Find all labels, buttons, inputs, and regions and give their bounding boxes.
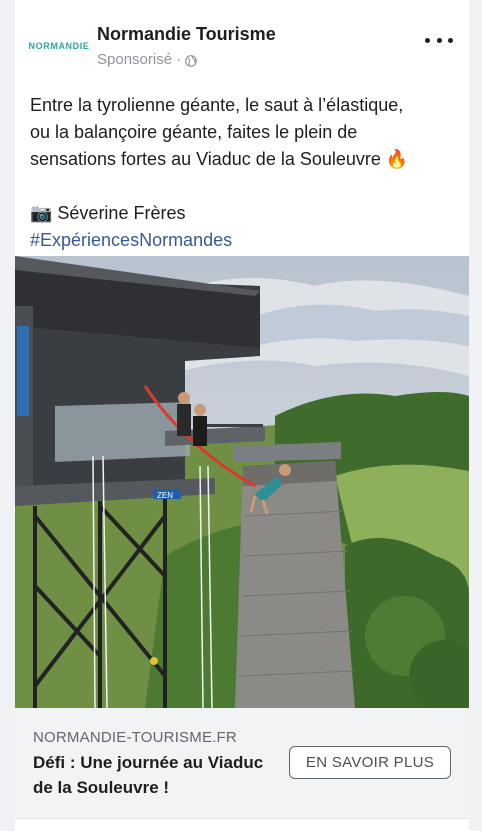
sponsored-text: Sponsorisé ·	[97, 51, 182, 68]
globe-icon	[185, 54, 198, 67]
page-name[interactable]: Normandie Tourisme	[97, 24, 276, 45]
post-text: Entre la tyrolienne géante, le saut à l’…	[30, 92, 460, 254]
hashtag-link[interactable]: #ExpériencesNormandes	[30, 227, 460, 254]
post-text-line: sensations fortes au Viaduc de la Souleu…	[30, 149, 409, 169]
avatar-logo-text: NORMANDIE	[28, 41, 90, 51]
link-preview[interactable]: NORMANDIE-TOURISME.FR Défi : Une journée…	[15, 708, 469, 818]
post-footer-edge	[15, 818, 469, 831]
post-header: NORMANDIE Normandie Tourisme Sponsorisé …	[15, 18, 469, 78]
link-domain: NORMANDIE-TOURISME.FR	[33, 729, 237, 746]
post-text-line: Entre la tyrolienne géante, le saut à l’…	[30, 95, 404, 115]
post-photo[interactable]: ZEN	[15, 256, 469, 708]
learn-more-button[interactable]: EN SAVOIR PLUS	[289, 746, 451, 779]
link-headline[interactable]: Défi : Une journée au Viaduc de la Soule…	[33, 750, 273, 800]
photo-credit: 📷 Séverine Frères	[30, 203, 186, 223]
page-avatar[interactable]: NORMANDIE	[27, 26, 91, 66]
sponsored-post: NORMANDIE Normandie Tourisme Sponsorisé …	[15, 0, 469, 831]
photo-sign-text: ZEN	[157, 491, 173, 500]
sponsored-label: Sponsorisé ·	[97, 51, 198, 68]
more-options-icon[interactable]	[425, 32, 453, 48]
post-text-line: ou la balançoire géante, faites le plein…	[30, 122, 358, 142]
